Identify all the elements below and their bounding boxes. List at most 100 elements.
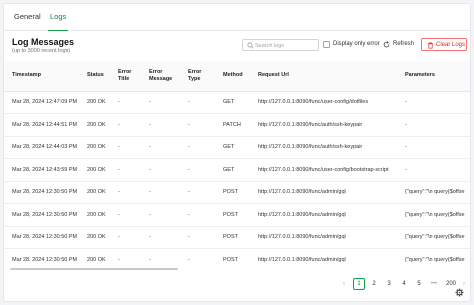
parameters-cell: - xyxy=(397,136,470,159)
request-url-cell: http://127.0.0.1:8090/func/admin/gql xyxy=(250,203,397,227)
search-box[interactable] xyxy=(242,39,319,51)
method-cell: POST xyxy=(215,181,250,204)
parameters-cell: - xyxy=(397,91,470,114)
table-row[interactable]: Mar 28, 2024 12:47:09 PM 200 OK - - - GET http… xyxy=(4,91,470,114)
table-row[interactable]: Mar 28, 2024 12:44:51 PM 200 OK - - - PATCH ht… xyxy=(4,113,470,137)
error-title-cell: - xyxy=(110,158,141,182)
method-cell: POST xyxy=(215,248,250,267)
parameters-cell: {"query":"\n query{$offse xyxy=(397,181,470,204)
timestamp-cell: Mar 28, 2024 12:44:51 PM xyxy=(4,113,79,137)
search-input[interactable] xyxy=(255,41,317,50)
refresh-button-label: Refresh xyxy=(393,41,415,47)
logs-table: Timestamp Status Error Title Error Messa… xyxy=(4,61,470,267)
request-url-cell: http://127.0.0.1:8090/func/admin/gql xyxy=(250,248,397,267)
table-row[interactable]: Mar 28, 2024 12:30:50 PM 200 OK - - - POST htt… xyxy=(4,203,470,227)
column-header[interactable]: Method xyxy=(215,61,250,92)
error-title-cell: - xyxy=(110,91,141,114)
page-button-1[interactable]: 1 xyxy=(353,278,365,290)
error-type-cell: - xyxy=(180,248,215,267)
method-cell: GET xyxy=(215,158,250,182)
timestamp-cell: Mar 28, 2024 12:43:59 PM xyxy=(4,158,79,182)
column-header[interactable]: Parameters xyxy=(397,61,470,92)
table-row[interactable]: Mar 28, 2024 12:43:59 PM 200 OK - - - GET http… xyxy=(4,158,470,182)
page-button-4[interactable]: 4 xyxy=(398,278,410,290)
method-cell: GET xyxy=(215,136,250,159)
tab-general[interactable]: General xyxy=(12,12,43,31)
clear-logs-button[interactable]: Clear Logs xyxy=(421,38,467,51)
error-title-cell: - xyxy=(110,113,141,137)
status-cell: 200 OK xyxy=(79,181,110,204)
request-url-cell: http://127.0.0.1:8090/func/auth/ssh-keyp… xyxy=(250,113,397,137)
status-cell: 200 OK xyxy=(79,113,110,137)
timestamp-cell: Mar 28, 2024 12:30:50 PM xyxy=(4,226,79,249)
request-url-cell: http://127.0.0.1:8090/func/user-config/b… xyxy=(250,158,397,182)
error-title-cell: - xyxy=(110,203,141,227)
clear-logs-button-label: Clear Logs xyxy=(436,42,466,48)
gear-icon[interactable] xyxy=(455,288,464,297)
error-title-cell: - xyxy=(110,181,141,204)
error-message-cell: - xyxy=(141,181,180,204)
error-message-cell: - xyxy=(141,226,180,249)
error-type-cell: - xyxy=(180,91,215,114)
error-type-cell: - xyxy=(180,136,215,159)
display-only-error-label: Display only error xyxy=(333,41,380,47)
timestamp-cell: Mar 28, 2024 12:44:03 PM xyxy=(4,136,79,159)
timestamp-cell: Mar 28, 2024 12:30:50 PM xyxy=(4,203,79,227)
column-header[interactable]: Error Title xyxy=(110,61,141,92)
chevron-left-icon[interactable]: ‹ xyxy=(338,278,350,290)
status-cell: 200 OK xyxy=(79,136,110,159)
pagination-ellipsis[interactable]: ••• xyxy=(427,278,441,290)
table-row[interactable]: Mar 28, 2024 12:30:50 PM 200 OK - - - POST htt… xyxy=(4,248,470,267)
error-type-cell: - xyxy=(180,181,215,204)
error-type-cell: - xyxy=(180,203,215,227)
status-cell: 200 OK xyxy=(79,91,110,114)
parameters-cell: {"query":"\n query{$offse xyxy=(397,226,470,249)
status-cell: 200 OK xyxy=(79,248,110,267)
refresh-icon xyxy=(383,41,390,48)
timestamp-cell: Mar 28, 2024 12:30:50 PM xyxy=(4,181,79,204)
parameters-cell: {"query":"\n query{$offse xyxy=(397,203,470,227)
table-header-row: Timestamp Status Error Title Error Messa… xyxy=(4,61,470,92)
display-only-error-checkbox[interactable] xyxy=(323,41,330,48)
error-title-cell: - xyxy=(110,248,141,267)
parameters-cell: - xyxy=(397,158,470,182)
timestamp-cell: Mar 28, 2024 12:30:50 PM xyxy=(4,248,79,267)
page-title: Log Messages xyxy=(12,37,75,47)
error-message-cell: - xyxy=(141,158,180,182)
refresh-button[interactable]: Refresh xyxy=(381,38,417,51)
error-message-cell: - xyxy=(141,248,180,267)
page-subtitle: (up to 3000 recent logs) xyxy=(12,48,71,54)
page-button-5[interactable]: 5 xyxy=(413,278,425,290)
request-url-cell: http://127.0.0.1:8090/func/admin/gql xyxy=(250,181,397,204)
timestamp-cell: Mar 28, 2024 12:47:09 PM xyxy=(4,91,79,114)
method-cell: POST xyxy=(215,203,250,227)
column-header[interactable]: Error Message xyxy=(141,61,180,92)
error-type-cell: - xyxy=(180,226,215,249)
tab-logs[interactable]: Logs xyxy=(48,12,69,31)
parameters-cell: {"query":"\n query{$offse xyxy=(397,248,470,267)
table-row[interactable]: Mar 28, 2024 12:30:50 PM 200 OK - - - POST htt… xyxy=(4,181,470,204)
status-cell: 200 OK xyxy=(79,158,110,182)
method-cell: POST xyxy=(215,226,250,249)
error-type-cell: - xyxy=(180,158,215,182)
page-button-3[interactable]: 3 xyxy=(383,278,395,290)
error-message-cell: - xyxy=(141,136,180,159)
request-url-cell: http://127.0.0.1:8090/func/auth/ssh-keyp… xyxy=(250,136,397,159)
table-row[interactable]: Mar 28, 2024 12:30:50 PM 200 OK - - - POST htt… xyxy=(4,226,470,249)
logs-panel: General Logs Log Messages (up to 3000 re… xyxy=(3,3,471,302)
horizontal-scrollbar[interactable] xyxy=(10,268,178,270)
error-message-cell: - xyxy=(141,203,180,227)
logs-table-container[interactable]: Timestamp Status Error Title Error Messa… xyxy=(4,61,470,267)
method-cell: GET xyxy=(215,91,250,114)
error-type-cell: - xyxy=(180,113,215,137)
column-header[interactable]: Error Type xyxy=(180,61,215,92)
page-button-2[interactable]: 2 xyxy=(368,278,380,290)
column-header[interactable]: Status xyxy=(79,61,110,92)
search-icon xyxy=(247,42,254,49)
error-title-cell: - xyxy=(110,136,141,159)
method-cell: PATCH xyxy=(215,113,250,137)
table-row[interactable]: Mar 28, 2024 12:44:03 PM 200 OK - - - GET http… xyxy=(4,136,470,159)
error-message-cell: - xyxy=(141,91,180,114)
column-header[interactable]: Request Url xyxy=(250,61,397,92)
column-header[interactable]: Timestamp xyxy=(4,61,79,92)
